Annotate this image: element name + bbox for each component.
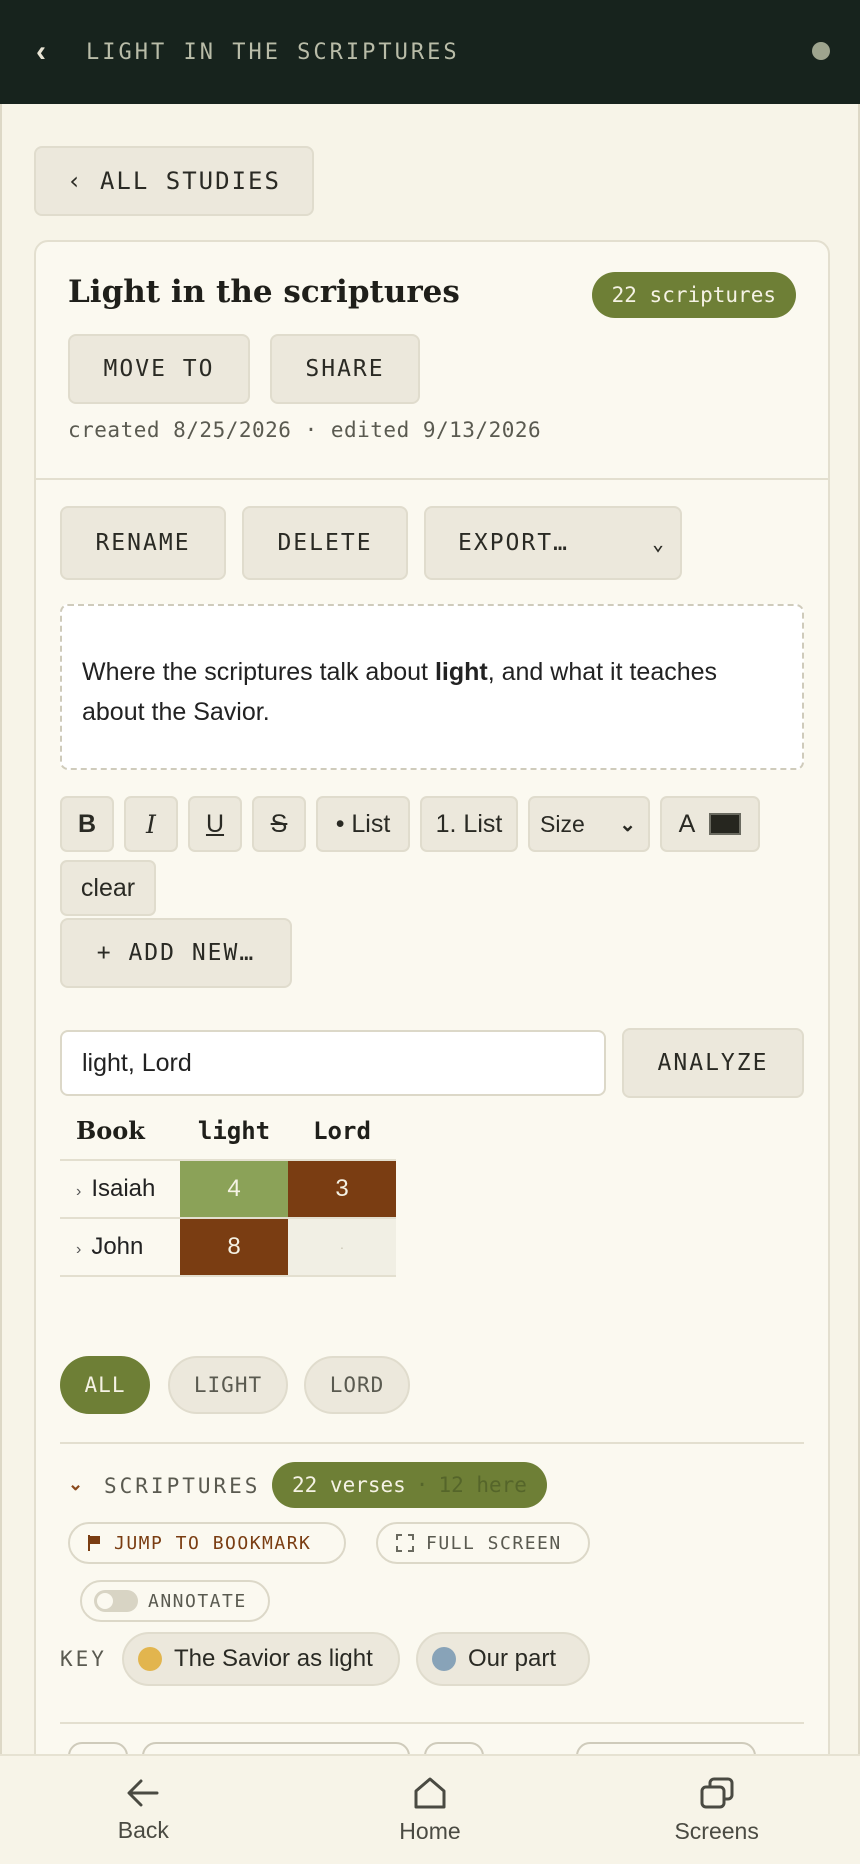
verse-here: 12 here <box>438 1473 527 1497</box>
font-size-label: Size <box>540 810 585 837</box>
annotate-label: ANNOTATE <box>148 1590 247 1612</box>
numbered-list-button[interactable]: 1. List <box>420 796 518 852</box>
flag-icon <box>88 1535 102 1551</box>
scripture-count-badge: 22 scriptures <box>591 272 796 318</box>
peek-control[interactable] <box>68 1742 128 1754</box>
table-header-row: Book light Lord <box>60 1102 396 1160</box>
column-header: Book <box>76 1116 145 1145</box>
toggle-switch[interactable] <box>94 1590 138 1612</box>
key-chip-label: The Savior as light <box>174 1645 373 1672</box>
key-chip-our-part[interactable]: Our part <box>416 1632 590 1686</box>
all-studies-button[interactable]: ‹ ALL STUDIES <box>34 146 314 216</box>
peek-control[interactable] <box>142 1742 410 1754</box>
page-content: ‹ ALL STUDIES Light in the scriptures 22… <box>0 104 860 1754</box>
app-title: LIGHT IN THE SCRIPTURES <box>86 39 460 65</box>
nav-label: Back <box>117 1816 169 1843</box>
status-dot-icon <box>812 42 830 60</box>
column-header: Lord <box>313 1116 371 1145</box>
peek-control[interactable] <box>576 1742 756 1754</box>
nav-home[interactable]: Home <box>330 1776 530 1845</box>
key-chip-savior[interactable]: The Savior as light <box>122 1632 400 1686</box>
arrow-left-icon <box>127 1779 159 1806</box>
count-cell: · <box>288 1217 396 1277</box>
underline-button[interactable]: U <box>188 796 242 852</box>
bold-button[interactable]: B <box>60 796 114 852</box>
count-cell: 3 <box>288 1159 396 1218</box>
verse-total: 22 verses <box>292 1473 406 1497</box>
export-label: EXPORT… <box>458 530 569 556</box>
nav-label: Screens <box>674 1817 759 1844</box>
verse-count-badge: 22 verses · 12 here <box>272 1462 547 1508</box>
export-select[interactable]: EXPORT… ⌄ <box>424 506 682 580</box>
divider <box>60 1442 804 1444</box>
yellow-dot-icon <box>138 1647 162 1671</box>
count-cell: 4 <box>180 1159 288 1218</box>
clear-format-button[interactable]: clear <box>60 860 156 916</box>
italic-button[interactable]: I <box>124 796 178 852</box>
text-color-label: A <box>678 809 696 838</box>
fullscreen-icon <box>396 1534 414 1552</box>
chevron-down-icon: ⌄ <box>619 813 636 836</box>
peek-control[interactable] <box>424 1742 484 1754</box>
delete-button[interactable]: DELETE <box>242 506 408 580</box>
study-title: Light in the scriptures <box>68 274 460 310</box>
strikethrough-button[interactable]: S <box>252 796 306 852</box>
chevron-right-icon: › <box>76 1183 82 1200</box>
table-row[interactable]: › Isaiah 4 3 <box>60 1159 396 1218</box>
rename-button[interactable]: RENAME <box>60 506 226 580</box>
collapse-chevron-icon[interactable]: ⌄ <box>68 1474 83 1495</box>
bullet-list-button[interactable]: • List <box>316 796 410 852</box>
filter-all[interactable]: ALL <box>60 1356 150 1414</box>
book-cell[interactable]: › John <box>60 1217 180 1277</box>
key-chip-label: Our part <box>468 1645 557 1672</box>
study-card: Light in the scriptures 22 scriptures MO… <box>34 240 830 1754</box>
color-swatch <box>709 813 742 835</box>
chevron-right-icon: › <box>76 1241 82 1258</box>
jump-to-bookmark-button[interactable]: JUMP TO BOOKMARK <box>68 1522 346 1564</box>
separator: · <box>415 1473 429 1497</box>
divider <box>36 478 828 480</box>
jump-to-bookmark-label: JUMP TO BOOKMARK <box>114 1532 312 1554</box>
filter-light[interactable]: LIGHT <box>168 1356 288 1414</box>
blue-dot-icon <box>432 1647 456 1671</box>
share-button[interactable]: SHARE <box>270 334 420 404</box>
table-row[interactable]: › John 8 · <box>60 1217 396 1277</box>
bottom-nav: Back Home Screens <box>0 1754 860 1864</box>
divider <box>60 1722 804 1724</box>
book-name: John <box>91 1233 144 1260</box>
add-new-button[interactable]: + ADD NEW… <box>60 918 292 988</box>
top-bar: ‹ LIGHT IN THE SCRIPTURES <box>0 0 860 104</box>
nav-back[interactable]: Back <box>43 1777 243 1844</box>
description-text: Where the scriptures talk about <box>82 658 435 686</box>
analyze-button[interactable]: ANALYZE <box>622 1028 804 1098</box>
description-editor[interactable]: Where the scriptures talk about light, a… <box>60 604 804 770</box>
screens-icon <box>700 1777 734 1808</box>
book-name: Isaiah <box>91 1175 156 1202</box>
annotate-toggle[interactable]: ANNOTATE <box>80 1580 270 1622</box>
filter-lord[interactable]: LORD <box>304 1356 410 1414</box>
term-input[interactable]: light, Lord <box>60 1030 606 1096</box>
description-bold: light <box>434 658 488 686</box>
book-cell[interactable]: › Isaiah <box>60 1159 180 1218</box>
nav-screens[interactable]: Screens <box>617 1776 817 1845</box>
section-label[interactable]: SCRIPTURES <box>104 1474 260 1498</box>
key-label: KEY <box>60 1647 107 1671</box>
term-frequency-table: Book light Lord › Isaiah 4 3 › John 8 · <box>60 1102 396 1277</box>
home-icon <box>414 1777 446 1808</box>
move-to-button[interactable]: MOVE TO <box>68 334 250 404</box>
nav-label: Home <box>399 1817 461 1844</box>
text-color-button[interactable]: A <box>660 796 760 852</box>
back-chevron-icon[interactable]: ‹ <box>36 35 66 69</box>
column-header: light <box>197 1116 271 1145</box>
chevron-down-icon: ⌄ <box>651 531 664 555</box>
full-screen-label: FULL SCREEN <box>426 1532 562 1554</box>
count-cell: 8 <box>180 1217 288 1277</box>
full-screen-button[interactable]: FULL SCREEN <box>376 1522 590 1564</box>
study-dates: created 8/25/2026 · edited 9/13/2026 <box>68 418 542 442</box>
font-size-select[interactable]: Size ⌄ <box>528 796 650 852</box>
